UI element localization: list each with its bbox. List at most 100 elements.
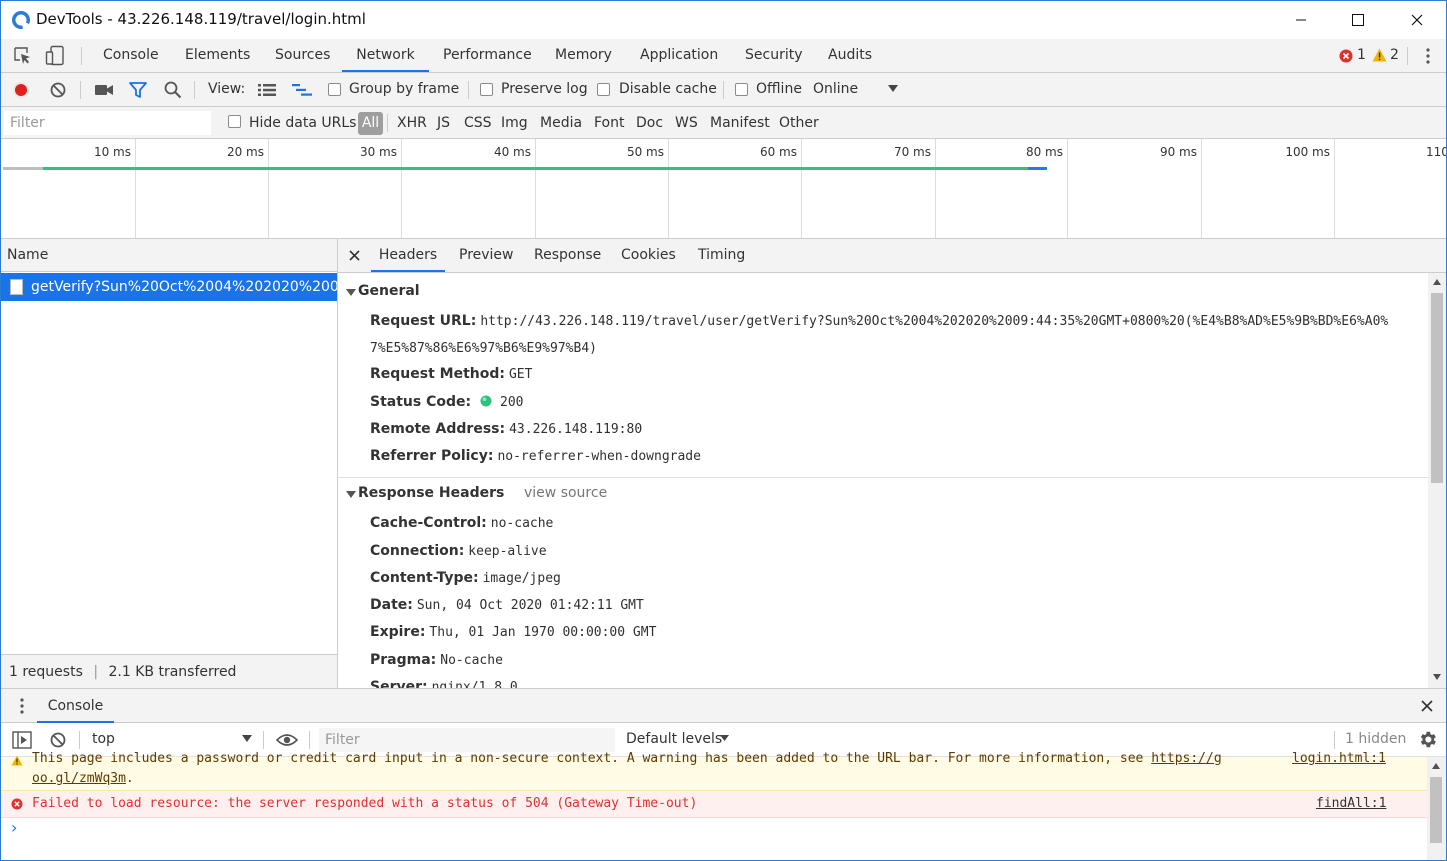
hidden-count: 1 hidden [1345, 731, 1407, 747]
expand-triangle-icon[interactable] [346, 289, 356, 297]
request-url-value: http://43.226.148.119/travel/user/getVer… [480, 314, 1389, 329]
offline-label[interactable]: Offline [756, 81, 802, 97]
type-filter-all[interactable]: All [358, 112, 383, 135]
gear-icon[interactable] [1417, 729, 1438, 750]
general-section-title[interactable]: General [358, 283, 420, 299]
disable-cache-label[interactable]: Disable cache [619, 81, 717, 97]
device-toolbar-icon[interactable] [45, 45, 67, 67]
screenshot-camera-icon[interactable] [94, 82, 114, 98]
clear-console-icon[interactable] [49, 731, 67, 749]
close-details-icon[interactable] [349, 250, 360, 261]
request-count: 1 requests [9, 664, 83, 680]
eye-icon[interactable] [276, 732, 298, 748]
waterfall-overview-icon[interactable] [292, 83, 312, 97]
tab-audits[interactable]: Audits [828, 39, 872, 72]
name-column-header[interactable]: Name [1, 239, 337, 272]
tab-preview[interactable]: Preview [459, 239, 514, 272]
type-filter-css[interactable]: CSS [464, 115, 492, 131]
tab-elements[interactable]: Elements [185, 39, 250, 72]
tab-headers[interactable]: Headers [371, 239, 445, 272]
warning-link-cont[interactable]: oo.gl/zmWq3m [32, 771, 126, 786]
group-by-frame-checkbox[interactable] [328, 83, 341, 96]
type-filter-font[interactable]: Font [594, 115, 624, 131]
throttling-select[interactable]: Online [813, 81, 858, 97]
details-scrollbar[interactable] [1428, 273, 1446, 688]
minimize-button[interactable] [1272, 1, 1330, 39]
header-key: Cache-Control: [370, 515, 487, 531]
large-rows-icon[interactable] [258, 83, 276, 97]
hide-data-urls-label[interactable]: Hide data URLs [249, 115, 356, 131]
response-headers-title[interactable]: Response Headers [358, 485, 504, 501]
drawer-tab-console[interactable]: Console [37, 689, 114, 723]
type-filter-doc[interactable]: Doc [636, 115, 663, 131]
preserve-log-checkbox[interactable] [480, 83, 493, 96]
offline-checkbox[interactable] [735, 83, 748, 96]
log-levels-select[interactable]: Default levels [626, 731, 722, 747]
console-prompt[interactable]: › [11, 818, 17, 837]
maximize-button[interactable] [1329, 1, 1387, 39]
tab-timing[interactable]: Timing [698, 239, 745, 272]
filter-bar: Hide data URLs All XHR JS CSS Img Media … [1, 107, 1446, 139]
group-by-frame-label[interactable]: Group by frame [349, 81, 459, 97]
disable-cache-checkbox[interactable] [597, 83, 610, 96]
error-count[interactable]: 1 [1357, 47, 1366, 63]
time-tick: 80 ms [1025, 145, 1063, 159]
type-filter-other[interactable]: Other [779, 115, 819, 131]
scroll-up-icon[interactable] [1432, 763, 1440, 769]
grid-line [535, 139, 536, 238]
tab-sources[interactable]: Sources [275, 39, 330, 72]
close-window-button[interactable] [1388, 1, 1446, 39]
console-error-message: Failed to load resource: the server resp… [1, 791, 1427, 818]
close-drawer-icon[interactable] [1421, 700, 1433, 712]
chevron-down-icon[interactable] [720, 735, 729, 742]
tab-security[interactable]: Security [745, 39, 803, 72]
expand-triangle-icon[interactable] [346, 491, 356, 499]
kebab-menu-icon[interactable] [1421, 47, 1435, 65]
separator [194, 81, 195, 99]
hide-data-urls-checkbox[interactable] [228, 115, 241, 128]
error-source-link[interactable]: findAll:1 [1316, 796, 1386, 811]
type-filter-media[interactable]: Media [540, 115, 582, 131]
tab-network[interactable]: Network [342, 39, 429, 72]
show-sidebar-icon[interactable] [12, 731, 32, 749]
tab-cookies[interactable]: Cookies [621, 239, 676, 272]
scrollbar-thumb[interactable] [1430, 777, 1442, 843]
console-scrollbar[interactable] [1427, 757, 1446, 860]
type-filter-manifest[interactable]: Manifest [710, 115, 770, 131]
scroll-up-icon[interactable] [1433, 279, 1441, 285]
tab-performance[interactable]: Performance [443, 39, 532, 72]
search-icon[interactable] [164, 81, 182, 99]
chevron-down-icon[interactable] [242, 735, 252, 743]
warning-count[interactable]: 2 [1390, 47, 1399, 63]
scrollbar-thumb[interactable] [1431, 293, 1443, 483]
type-filter-img[interactable]: Img [501, 115, 528, 131]
time-tick: 110 [1426, 145, 1447, 159]
window-title: DevTools - 43.226.148.119/travel/login.h… [36, 10, 366, 28]
network-overview[interactable]: 10 ms 20 ms 30 ms 40 ms 50 ms 60 ms 70 m… [1, 139, 1446, 239]
tab-application[interactable]: Application [640, 39, 718, 72]
type-filter-ws[interactable]: WS [675, 115, 698, 131]
console-filter-input[interactable] [319, 728, 615, 752]
header-key: Remote Address: [370, 421, 506, 437]
request-row[interactable]: getVerify?Sun%20Oct%2004%202020%200... [1, 273, 337, 301]
record-icon[interactable] [12, 81, 30, 99]
preserve-log-label[interactable]: Preserve log [501, 81, 588, 97]
tab-memory[interactable]: Memory [555, 39, 612, 72]
inspect-element-icon[interactable] [13, 46, 33, 66]
tab-console[interactable]: Console [103, 39, 159, 72]
view-source-link[interactable]: view source [524, 485, 607, 501]
network-filter-input[interactable] [4, 111, 211, 135]
response-header-row: Pragma: No-cache [370, 652, 503, 668]
type-filter-xhr[interactable]: XHR [397, 115, 427, 131]
chevron-down-icon[interactable] [888, 85, 898, 93]
warning-link[interactable]: https://g [1151, 751, 1221, 766]
context-select[interactable]: top [92, 731, 115, 747]
scroll-down-icon[interactable] [1433, 674, 1441, 680]
request-url-continuation: 7%E5%87%86%E6%97%B6%E9%97%B4) [370, 340, 597, 356]
drawer-menu-icon[interactable] [16, 697, 28, 715]
filter-funnel-icon[interactable] [129, 82, 147, 98]
type-filter-js[interactable]: JS [437, 115, 450, 131]
warning-source-link[interactable]: login.html:1 [1292, 751, 1386, 766]
clear-icon[interactable] [49, 81, 67, 99]
tab-response[interactable]: Response [534, 239, 601, 272]
